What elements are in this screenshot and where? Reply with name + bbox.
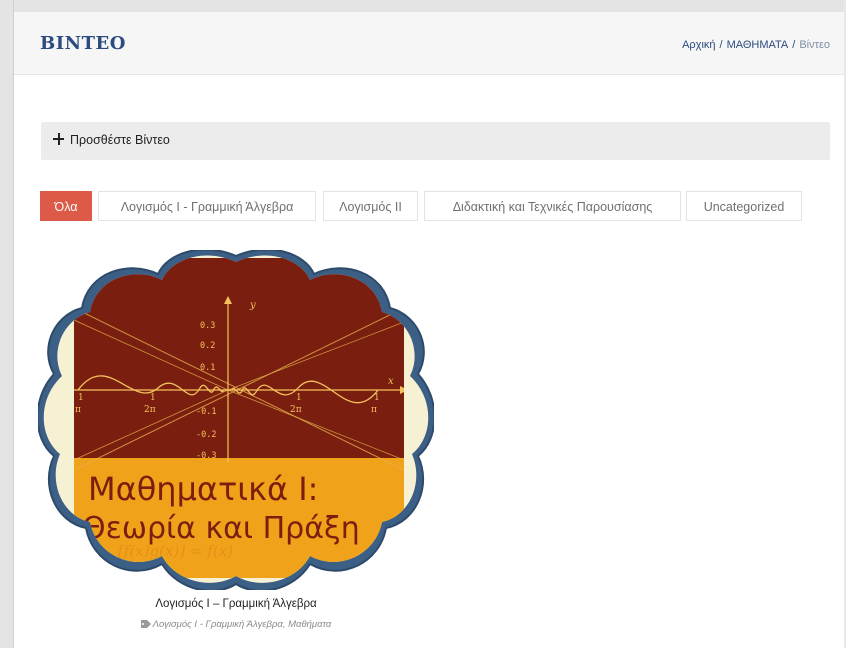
- plus-icon: [53, 133, 65, 145]
- y-tick-label: 0.2: [200, 341, 215, 351]
- video-title-link[interactable]: Λογισμός Ι – Γραμμική Άλγεβρα: [38, 598, 434, 610]
- video-thumbnail[interactable]: y x 0.3 0.2 0.1 -0.1 -0.2 -0.3 1 π 1 2π …: [36, 248, 436, 592]
- tag-icon: [140, 620, 151, 628]
- x-tick-numerator: 1: [296, 393, 302, 403]
- x-tick-denominator: π: [371, 405, 377, 415]
- video-tags-text[interactable]: Λογισμός Ι - Γραμμική Άλγεβρα, Μαθήματα: [153, 619, 332, 630]
- x-tick-numerator: 1: [374, 393, 380, 403]
- breadcrumb-separator: /: [719, 39, 723, 51]
- add-video-label: Προσθέστε Βίντεο: [70, 133, 170, 147]
- breadcrumb-home[interactable]: Αρχική: [682, 39, 715, 51]
- x-tick-numerator: 1: [150, 393, 156, 403]
- add-video-button[interactable]: Προσθέστε Βίντεο: [41, 122, 830, 160]
- page-title: BINTEO: [40, 33, 126, 54]
- cover-title-line2: Θεωρία και Πράξη: [82, 511, 360, 546]
- window-frame-edge: [13, 0, 14, 648]
- filter-teaching-presentation[interactable]: Διδακτική και Τεχνικές Παρουσίασης: [424, 191, 681, 221]
- y-tick-label: -0.1: [196, 407, 216, 417]
- axis-label-y: y: [249, 300, 256, 311]
- filter-calculus-2[interactable]: Λογισμός ΙΙ: [323, 191, 418, 221]
- y-tick-label: 0.1: [200, 363, 215, 373]
- page-header: BINTEO Αρχική / ΜΑΘΗΜΑΤΑ / Βίντεο: [14, 12, 844, 75]
- x-tick-numerator: 1: [78, 393, 84, 403]
- cover-formula: [f(x)g(x)] = f(x): [118, 542, 233, 560]
- axis-label-x: x: [388, 376, 394, 387]
- video-tags: Λογισμός Ι - Γραμμική Άλγεβρα, Μαθήματα: [38, 619, 434, 630]
- book-cover-image: y x 0.3 0.2 0.1 -0.1 -0.2 -0.3 1 π 1 2π …: [36, 248, 436, 592]
- filter-calculus-1-linear-algebra[interactable]: Λογισμός Ι - Γραμμική Άλγεβρα: [98, 191, 316, 221]
- breadcrumb-current: Βίντεο: [799, 39, 830, 51]
- cover-title-line1: Μαθηματικά Ι:: [88, 470, 318, 508]
- x-tick-denominator: 2π: [290, 405, 302, 415]
- y-tick-label: -0.2: [196, 430, 216, 440]
- breadcrumb-separator: /: [792, 39, 796, 51]
- x-tick-denominator: π: [75, 405, 81, 415]
- breadcrumb: Αρχική / ΜΑΘΗΜΑΤΑ / Βίντεο: [682, 39, 830, 51]
- y-tick-label: 0.3: [200, 321, 215, 331]
- window-frame-left: [0, 0, 14, 648]
- x-tick-denominator: 2π: [144, 405, 156, 415]
- filter-uncategorized[interactable]: Uncategorized: [686, 191, 802, 221]
- filter-all[interactable]: Όλα: [40, 191, 92, 221]
- y-tick-label: -0.3: [196, 451, 216, 461]
- window-frame-top: [0, 0, 846, 12]
- breadcrumb-courses[interactable]: ΜΑΘΗΜΑΤΑ: [727, 39, 789, 51]
